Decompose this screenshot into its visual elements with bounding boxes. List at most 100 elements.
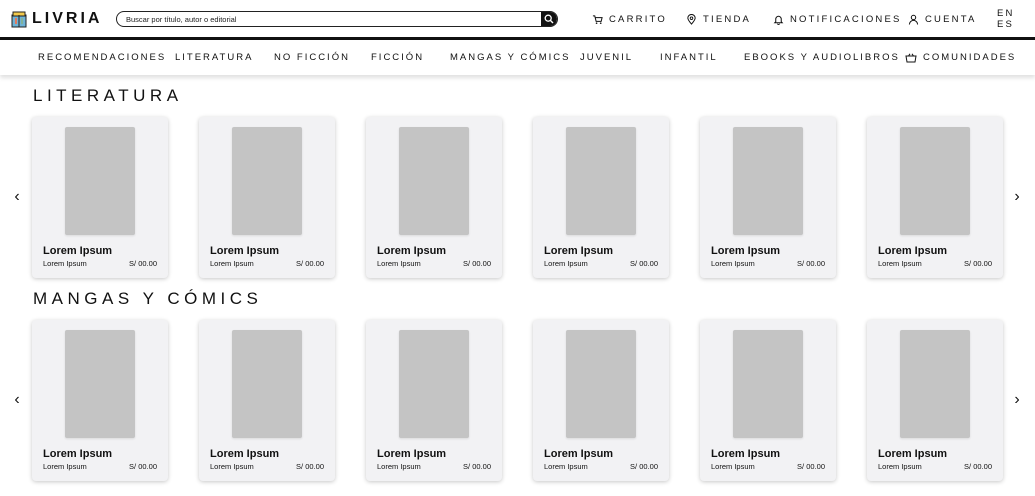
carousel-next-literatura[interactable]: › xyxy=(1010,188,1024,205)
cart-icon xyxy=(592,14,603,24)
book-stack-icon xyxy=(11,11,27,28)
book-author: Lorem Ipsum xyxy=(878,462,922,471)
book-author: Lorem Ipsum xyxy=(377,259,421,268)
book-cover xyxy=(399,330,469,438)
book-cover xyxy=(900,127,970,235)
brand-logo[interactable]: LIVRIA xyxy=(10,8,102,30)
book-price: S/ 00.00 xyxy=(129,259,157,268)
book-card[interactable]: Lorem Ipsum Lorem Ipsum S/ 00.00 xyxy=(32,320,168,481)
nav-label: RECOMENDACIONES xyxy=(38,52,167,63)
book-author: Lorem Ipsum xyxy=(878,259,922,268)
book-cover xyxy=(566,127,636,235)
book-cover xyxy=(65,127,135,235)
language-switch[interactable]: EN ES xyxy=(997,8,1035,30)
account-link[interactable]: CUENTA xyxy=(908,12,977,26)
nav-label: MANGAS Y CÓMICS xyxy=(450,52,571,63)
brand-name: LIVRIA xyxy=(32,10,103,27)
book-author: Lorem Ipsum xyxy=(544,462,588,471)
book-author: Lorem Ipsum xyxy=(43,462,87,471)
nav-label: INFANTIL xyxy=(660,52,718,63)
book-title: Lorem Ipsum xyxy=(711,448,781,460)
carousel-next-mangas[interactable]: › xyxy=(1010,391,1024,408)
book-author: Lorem Ipsum xyxy=(711,259,755,268)
book-price: S/ 00.00 xyxy=(463,259,491,268)
nav-item-comunidades[interactable]: COMUNIDADES xyxy=(905,52,1016,63)
nav-item-mangas-y-comics[interactable]: MANGAS Y CÓMICS xyxy=(450,52,570,63)
nav-item-no-ficcion[interactable]: NO FICCIÓN xyxy=(274,52,350,63)
book-title: Lorem Ipsum xyxy=(210,448,280,460)
cart-label: CARRITO xyxy=(609,13,667,25)
book-price: S/ 00.00 xyxy=(964,259,992,268)
section-title-mangas-y-comics: MANGAS Y CÓMICS xyxy=(33,289,263,308)
section-title-literatura: LITERATURA xyxy=(33,86,183,105)
notifications-label: NOTIFICACIONES xyxy=(790,13,902,25)
book-title: Lorem Ipsum xyxy=(377,245,447,257)
book-cover xyxy=(232,330,302,438)
nav-item-ebooks-y-audiolibros[interactable]: EBOOKS Y AUDIOLIBROS xyxy=(744,52,900,63)
book-card[interactable]: Lorem Ipsum Lorem Ipsum S/ 00.00 xyxy=(199,320,335,481)
book-price: S/ 00.00 xyxy=(964,462,992,471)
book-price: S/ 00.00 xyxy=(797,462,825,471)
book-title: Lorem Ipsum xyxy=(544,245,614,257)
book-card[interactable]: Lorem Ipsum Lorem Ipsum S/ 00.00 xyxy=(867,320,1003,481)
user-icon xyxy=(908,14,919,25)
store-label: TIENDA xyxy=(703,13,752,25)
book-cover xyxy=(733,330,803,438)
book-title: Lorem Ipsum xyxy=(878,448,948,460)
book-author: Lorem Ipsum xyxy=(544,259,588,268)
nav-label: JUVENIL xyxy=(580,52,634,63)
account-label: CUENTA xyxy=(925,13,977,25)
cart-link[interactable]: CARRITO xyxy=(592,12,667,26)
book-author: Lorem Ipsum xyxy=(210,462,254,471)
book-cover xyxy=(399,127,469,235)
book-title: Lorem Ipsum xyxy=(43,245,113,257)
nav-item-juvenil[interactable]: JUVENIL xyxy=(580,52,633,63)
book-card[interactable]: Lorem Ipsum Lorem Ipsum S/ 00.00 xyxy=(366,320,502,481)
book-title: Lorem Ipsum xyxy=(878,245,948,257)
nav-label: FICCIÓN xyxy=(371,52,425,63)
book-price: S/ 00.00 xyxy=(296,259,324,268)
book-card[interactable]: Lorem Ipsum Lorem Ipsum S/ 00.00 xyxy=(199,117,335,278)
book-card[interactable]: Lorem Ipsum Lorem Ipsum S/ 00.00 xyxy=(366,117,502,278)
book-price: S/ 00.00 xyxy=(129,462,157,471)
search-icon xyxy=(544,14,554,24)
nav-item-infantil[interactable]: INFANTIL xyxy=(660,52,718,63)
search-input[interactable] xyxy=(117,12,541,26)
book-author: Lorem Ipsum xyxy=(43,259,87,268)
book-title: Lorem Ipsum xyxy=(210,245,280,257)
book-cover xyxy=(733,127,803,235)
book-author: Lorem Ipsum xyxy=(377,462,421,471)
nav-label: COMUNIDADES xyxy=(923,52,1017,63)
top-bar: LIVRIA CARRITO TIENDA NOTIFICACIONES xyxy=(0,0,1035,38)
book-price: S/ 00.00 xyxy=(630,259,658,268)
book-card[interactable]: Lorem Ipsum Lorem Ipsum S/ 00.00 xyxy=(533,117,669,278)
book-card[interactable]: Lorem Ipsum Lorem Ipsum S/ 00.00 xyxy=(533,320,669,481)
notifications-link[interactable]: NOTIFICACIONES xyxy=(773,12,902,26)
nav-item-literatura[interactable]: LITERATURA xyxy=(175,52,253,63)
book-title: Lorem Ipsum xyxy=(711,245,781,257)
book-price: S/ 00.00 xyxy=(463,462,491,471)
nav-label: NO FICCIÓN xyxy=(274,52,350,63)
book-price: S/ 00.00 xyxy=(630,462,658,471)
book-card[interactable]: Lorem Ipsum Lorem Ipsum S/ 00.00 xyxy=(700,320,836,481)
carousel-prev-literatura[interactable]: ‹ xyxy=(10,188,24,205)
carousel-prev-mangas[interactable]: ‹ xyxy=(10,391,24,408)
community-basket-icon xyxy=(905,53,917,62)
book-cover xyxy=(566,330,636,438)
book-author: Lorem Ipsum xyxy=(210,259,254,268)
book-title: Lorem Ipsum xyxy=(377,448,447,460)
book-card[interactable]: Lorem Ipsum Lorem Ipsum S/ 00.00 xyxy=(867,117,1003,278)
bell-icon xyxy=(773,15,784,25)
book-cover xyxy=(232,127,302,235)
nav-item-ficcion[interactable]: FICCIÓN xyxy=(371,52,424,63)
search-bar xyxy=(116,11,558,27)
book-card[interactable]: Lorem Ipsum Lorem Ipsum S/ 00.00 xyxy=(32,117,168,278)
book-price: S/ 00.00 xyxy=(296,462,324,471)
store-link[interactable]: TIENDA xyxy=(686,12,751,26)
book-author: Lorem Ipsum xyxy=(711,462,755,471)
nav-item-recomendaciones[interactable]: RECOMENDACIONES xyxy=(38,52,166,63)
book-card[interactable]: Lorem Ipsum Lorem Ipsum S/ 00.00 xyxy=(700,117,836,278)
location-pin-icon xyxy=(687,13,696,25)
book-cover xyxy=(65,330,135,438)
search-button[interactable] xyxy=(541,12,557,26)
